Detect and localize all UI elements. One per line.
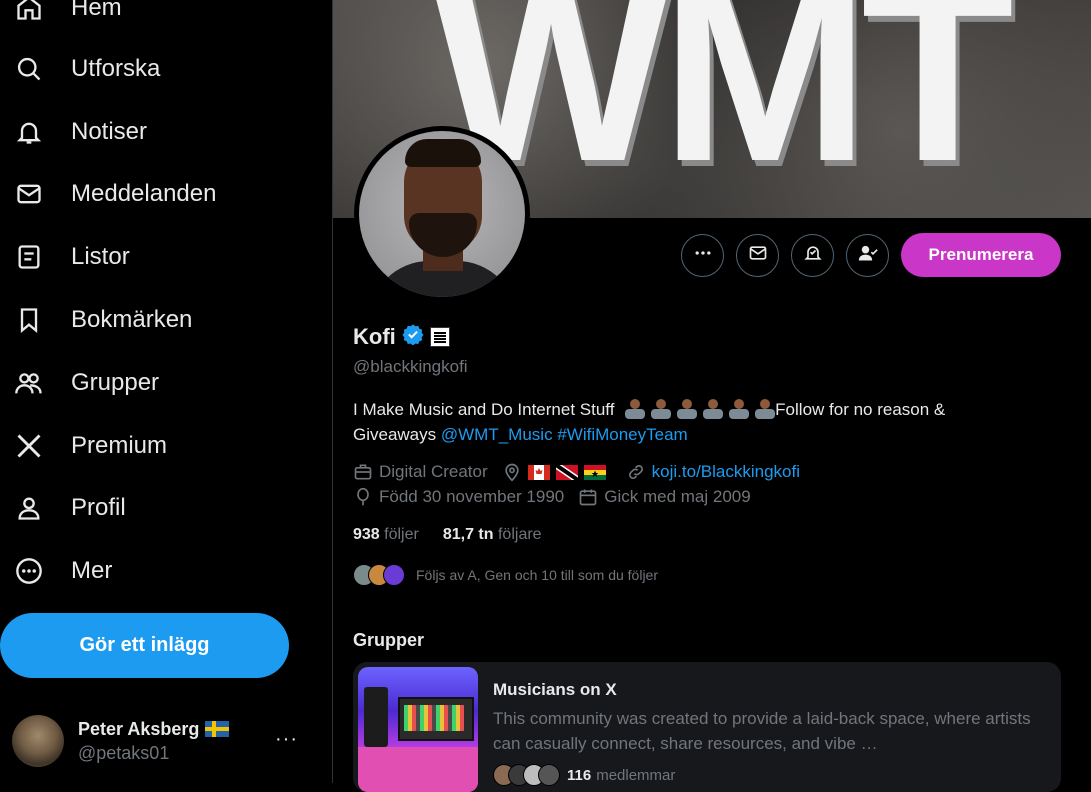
sidebar-item-label: Mer xyxy=(71,557,113,584)
profile-website-link[interactable]: koji.to/Blackkingkofi xyxy=(652,462,800,482)
bio-text-2: Follow for no reason & xyxy=(775,400,946,419)
emoji-icon xyxy=(677,399,698,419)
following-count: 938 xyxy=(353,526,380,543)
followers-label: följare xyxy=(497,526,542,543)
sidebar-item-explore[interactable]: Utforska xyxy=(14,49,160,89)
briefcase-icon xyxy=(354,464,372,480)
bio-mention-link[interactable]: @WMT_Music xyxy=(441,425,553,444)
canada-flag-icon xyxy=(527,464,550,480)
followed-by-link[interactable]: Följs av A, Gen och 10 till som du följe… xyxy=(353,564,658,586)
balloon-icon xyxy=(357,487,369,506)
sidebar-item-label: Grupper xyxy=(71,369,160,396)
bookmark-icon xyxy=(14,305,44,335)
more-options-button[interactable] xyxy=(681,234,724,277)
search-icon xyxy=(14,54,44,84)
followed-by-text: Följs av A, Gen och 10 till som du följe… xyxy=(416,567,658,583)
sidebar-item-more[interactable]: Mer xyxy=(14,551,112,591)
account-name: Peter Aksberg xyxy=(78,718,200,739)
sidebar-item-label: Hem xyxy=(71,0,122,21)
post-button[interactable]: Gör ett inlägg xyxy=(0,613,289,678)
bell-icon xyxy=(14,117,44,147)
profile-handle: @blackkingkofi xyxy=(353,357,468,376)
profile-bio: I Make Music and Do Internet Stuff Follo… xyxy=(353,397,1053,447)
group-description: This community was created to provide a … xyxy=(493,709,1031,753)
avatar xyxy=(12,715,64,767)
sidebar-item-notifications[interactable]: Notiser xyxy=(14,112,147,152)
sidebar: Hem Utforska Notiser Meddelanden Listor … xyxy=(0,0,332,783)
sidebar-item-label: Meddelanden xyxy=(71,180,217,207)
sidebar-item-messages[interactable]: Meddelanden xyxy=(14,174,216,214)
avatar xyxy=(383,564,405,586)
account-switcher[interactable]: Peter Aksberg @petaks01 ··· xyxy=(12,714,312,768)
more-horizontal-icon xyxy=(693,243,713,268)
notify-button[interactable] xyxy=(791,234,834,277)
sidebar-item-label: Utforska xyxy=(71,55,161,82)
calendar-icon xyxy=(579,489,597,506)
sidebar-item-label: Bokmärken xyxy=(71,306,193,333)
sidebar-item-home[interactable]: Hem xyxy=(14,0,122,28)
following-label: följer xyxy=(384,526,419,543)
emoji-icon xyxy=(729,399,750,419)
profile-avatar[interactable] xyxy=(359,131,525,297)
trinidad-flag-icon xyxy=(555,464,578,480)
list-icon xyxy=(14,242,44,272)
groups-heading: Grupper xyxy=(353,630,425,650)
subscribe-button[interactable]: Prenumerera xyxy=(901,233,1061,277)
sidebar-item-label: Listor xyxy=(71,243,130,270)
mail-icon xyxy=(14,179,44,209)
sidebar-item-communities[interactable]: Grupper xyxy=(14,363,159,403)
emoji-icon xyxy=(651,399,672,419)
mail-icon xyxy=(748,243,768,268)
home-icon xyxy=(14,0,44,23)
group-member-count: 116 xyxy=(567,766,592,784)
group-card[interactable]: Musicians on X This community was create… xyxy=(353,662,1061,792)
following-link[interactable]: 938 följer xyxy=(353,526,419,544)
location-icon xyxy=(504,463,519,482)
sidebar-item-lists[interactable]: Listor xyxy=(14,237,130,277)
sidebar-item-label: Notiser xyxy=(71,118,148,145)
profile-name: Kofi xyxy=(353,323,396,349)
sidebar-item-label: Premium xyxy=(71,432,168,459)
bell-check-icon xyxy=(803,243,823,268)
bio-hashtag-link[interactable]: #WifiMoneyTeam xyxy=(557,425,687,444)
sidebar-item-profile[interactable]: Profil xyxy=(14,488,126,528)
x-logo-icon xyxy=(14,431,44,461)
sweden-flag-icon xyxy=(205,721,230,737)
profile-birthdate: Född 30 november 1990 xyxy=(379,487,565,506)
group-member-label: medlemmar xyxy=(596,766,676,784)
emoji-icon xyxy=(703,399,724,419)
followers-count: 81,7 tn xyxy=(442,526,494,543)
affiliate-badge-icon[interactable] xyxy=(429,326,450,347)
profile-stats: 938 följer 81,7 tn följare xyxy=(353,526,542,544)
verified-badge-icon[interactable] xyxy=(402,323,424,350)
emoji-icon xyxy=(755,399,776,419)
following-button[interactable] xyxy=(846,234,889,277)
emoji-icon xyxy=(625,399,646,419)
bio-text-3: Giveaways xyxy=(353,425,437,444)
account-more-icon[interactable]: ··· xyxy=(275,728,298,751)
account-handle: @petaks01 xyxy=(78,742,170,763)
people-icon xyxy=(14,368,44,398)
profile-category: Digital Creator xyxy=(379,462,488,481)
profile-meta-row-1: Digital Creator koji.to/Blackkingkofi xyxy=(353,462,814,482)
profile-name-row: Kofi xyxy=(353,323,450,350)
more-circle-icon xyxy=(14,556,44,586)
person-icon xyxy=(14,493,44,523)
message-button[interactable] xyxy=(736,234,779,277)
profile-meta-row-2: Född 30 november 1990 Gick med maj 2009 xyxy=(353,487,765,507)
bio-text: I Make Music and Do Internet Stuff xyxy=(353,400,615,419)
sidebar-item-bookmarks[interactable]: Bokmärken xyxy=(14,300,192,340)
sidebar-item-premium[interactable]: Premium xyxy=(14,426,167,466)
link-icon xyxy=(628,465,643,479)
followers-link[interactable]: 81,7 tn följare xyxy=(443,526,542,544)
person-check-icon xyxy=(857,243,879,268)
profile-joined: Gick med maj 2009 xyxy=(604,487,751,506)
ghana-flag-icon xyxy=(583,464,606,480)
sidebar-item-label: Profil xyxy=(71,494,126,521)
group-thumbnail xyxy=(358,667,478,792)
group-name: Musicians on X xyxy=(493,680,617,699)
